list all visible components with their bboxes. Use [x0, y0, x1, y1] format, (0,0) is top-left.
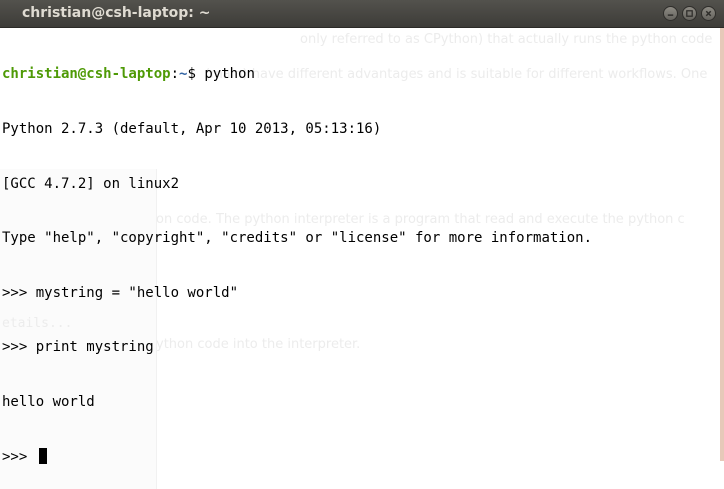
output-line: [GCC 4.7.2] on linux2: [2, 175, 180, 192]
close-icon: [705, 10, 712, 17]
typed-command: python: [204, 66, 255, 83]
background-scroll-strip: [720, 28, 724, 461]
prompt-symbol: $: [187, 66, 205, 83]
output-line: >>> mystring = "hello world": [2, 284, 239, 301]
window-controls: [663, 6, 716, 21]
prompt-separator: :: [170, 66, 180, 83]
shell-prompt-line: christian@csh-laptop:~$ python: [2, 65, 716, 83]
minimize-icon: [667, 14, 674, 16]
text-cursor: [38, 447, 47, 464]
prompt-user-host: christian@csh-laptop: [2, 66, 171, 83]
maximize-icon: [686, 10, 693, 17]
window-titlebar[interactable]: christian@csh-laptop: ~: [0, 0, 724, 28]
window-title: christian@csh-laptop: ~: [22, 5, 211, 21]
minimize-button[interactable]: [663, 6, 678, 21]
output-line: Python 2.7.3 (default, Apr 10 2013, 05:1…: [2, 121, 382, 137]
output-line: Type "help", "copyright", "credits" or "…: [2, 230, 593, 247]
repl-prompt-line[interactable]: >>>: [2, 447, 716, 466]
maximize-button[interactable]: [682, 6, 697, 21]
terminal-body[interactable]: christian@csh-laptop:~$ python Python 2.…: [2, 29, 716, 464]
output-line: >>> print mystring: [2, 339, 154, 356]
output-line: hello world: [2, 393, 95, 410]
close-button[interactable]: [701, 6, 716, 21]
repl-prompt: >>>: [2, 448, 36, 465]
